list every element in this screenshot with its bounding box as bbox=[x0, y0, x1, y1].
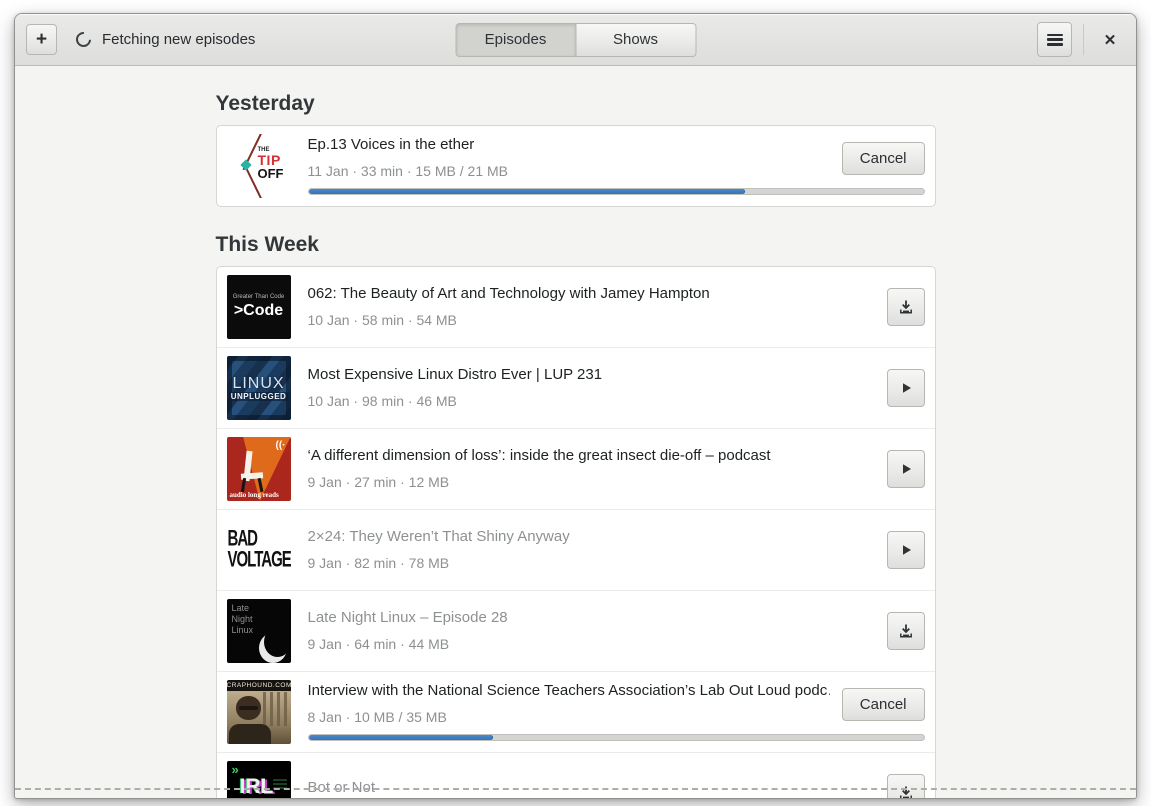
spinner-icon bbox=[72, 28, 95, 51]
cover-art-craphound: CRAPHOUND.COM bbox=[226, 680, 291, 744]
header-status-text: Fetching new episodes bbox=[102, 31, 256, 48]
episode-title: 2×24: They Weren’t That Shiny Anyway bbox=[307, 529, 570, 546]
hamburger-icon bbox=[1046, 33, 1063, 46]
play-icon bbox=[902, 383, 911, 393]
episode-row: » IRL Bot or Not bbox=[216, 752, 935, 798]
cover-art-the-tip-off: THE TIP OFF bbox=[226, 134, 291, 198]
cancel-download-button[interactable]: Cancel bbox=[841, 141, 925, 175]
this-week-card: Greater Than Code >Code 062: The Beauty … bbox=[215, 266, 936, 798]
header-separator bbox=[1083, 24, 1084, 55]
download-button[interactable] bbox=[886, 774, 925, 798]
download-progress-bar bbox=[307, 733, 925, 741]
header-bar: + Fetching new episodes Episodes Shows ✕ bbox=[15, 14, 1136, 66]
yesterday-card: THE TIP OFF Ep.13 Voices in the ether 11… bbox=[215, 125, 936, 207]
episode-row: ((· audio long reads ‘A different dimens… bbox=[216, 428, 935, 509]
play-button[interactable] bbox=[886, 450, 925, 488]
cover-art-bad-voltage: BAD VOLTAGE bbox=[226, 518, 291, 582]
cover-art-irl: » IRL bbox=[226, 761, 291, 798]
cancel-download-button[interactable]: Cancel bbox=[841, 687, 925, 721]
episode-title: ‘A different dimension of loss’: inside … bbox=[307, 448, 771, 465]
download-progress-fill bbox=[308, 734, 493, 740]
download-button[interactable] bbox=[886, 612, 925, 650]
episode-meta: 11 Jan · 33 min · 15 MB / 21 MB bbox=[307, 162, 509, 179]
episode-title: Late Night Linux – Episode 28 bbox=[307, 610, 508, 627]
episode-row: CRAPHOUND.COM Interview with the Nationa… bbox=[216, 671, 935, 752]
cover-art-late-night-linux: Late Night Linux bbox=[226, 599, 291, 663]
episode-meta: 10 Jan · 98 min · 46 MB bbox=[307, 392, 457, 409]
episode-title: Interview with the National Science Teac… bbox=[307, 683, 830, 700]
view-switcher: Episodes Shows bbox=[455, 22, 696, 57]
cover-art-greater-than-code: Greater Than Code >Code bbox=[226, 275, 291, 339]
play-icon bbox=[902, 545, 911, 555]
episodes-content: Yesterday THE TIP OFF Ep.13 Voices in th… bbox=[215, 66, 936, 798]
play-icon bbox=[902, 464, 911, 474]
episode-title: 062: The Beauty of Art and Technology wi… bbox=[307, 286, 710, 303]
cover-art-audio-long-reads: ((· audio long reads bbox=[226, 437, 291, 501]
episode-row: Late Night Linux Late Night Linux – Epis… bbox=[216, 590, 935, 671]
episode-row: BAD VOLTAGE 2×24: They Weren’t That Shin… bbox=[216, 509, 935, 590]
episode-meta: 9 Jan · 27 min · 12 MB bbox=[307, 473, 450, 490]
download-button[interactable] bbox=[886, 288, 925, 326]
close-window-button[interactable]: ✕ bbox=[1095, 25, 1125, 55]
tab-shows[interactable]: Shows bbox=[575, 22, 696, 57]
add-podcast-button[interactable]: + bbox=[26, 24, 57, 55]
tab-episodes[interactable]: Episodes bbox=[455, 22, 576, 57]
section-title-yesterday: Yesterday bbox=[215, 92, 315, 115]
download-icon bbox=[899, 624, 912, 638]
episode-meta: 9 Jan · 64 min · 44 MB bbox=[307, 635, 450, 652]
episodes-scroll-area[interactable]: Yesterday THE TIP OFF Ep.13 Voices in th… bbox=[15, 66, 1136, 798]
download-progress-fill bbox=[308, 188, 746, 194]
episode-meta: 9 Jan · 82 min · 78 MB bbox=[307, 554, 450, 571]
episode-meta: 8 Jan · 10 MB / 35 MB bbox=[307, 708, 447, 725]
episode-title: Ep.13 Voices in the ether bbox=[307, 137, 475, 154]
episode-row: LINUX UNPLUGGED Most Expensive Linux Dis… bbox=[216, 347, 935, 428]
podcasts-app-window: + Fetching new episodes Episodes Shows ✕… bbox=[14, 13, 1137, 799]
cover-art-linux-unplugged: LINUX UNPLUGGED bbox=[226, 356, 291, 420]
play-button[interactable] bbox=[886, 369, 925, 407]
menu-button[interactable] bbox=[1037, 22, 1072, 57]
download-progress-bar bbox=[307, 187, 925, 195]
header-right-controls: ✕ bbox=[1037, 22, 1125, 57]
episode-meta: 10 Jan · 58 min · 54 MB bbox=[307, 311, 457, 328]
episode-row: Greater Than Code >Code 062: The Beauty … bbox=[217, 267, 935, 347]
download-icon bbox=[899, 786, 912, 798]
episode-title: Bot or Not bbox=[307, 780, 376, 797]
download-icon bbox=[899, 300, 912, 314]
section-title-this-week: This Week bbox=[215, 233, 319, 256]
episode-row: THE TIP OFF Ep.13 Voices in the ether 11… bbox=[217, 126, 935, 206]
play-button[interactable] bbox=[886, 531, 925, 569]
episode-title: Most Expensive Linux Distro Ever | LUP 2… bbox=[307, 367, 603, 384]
